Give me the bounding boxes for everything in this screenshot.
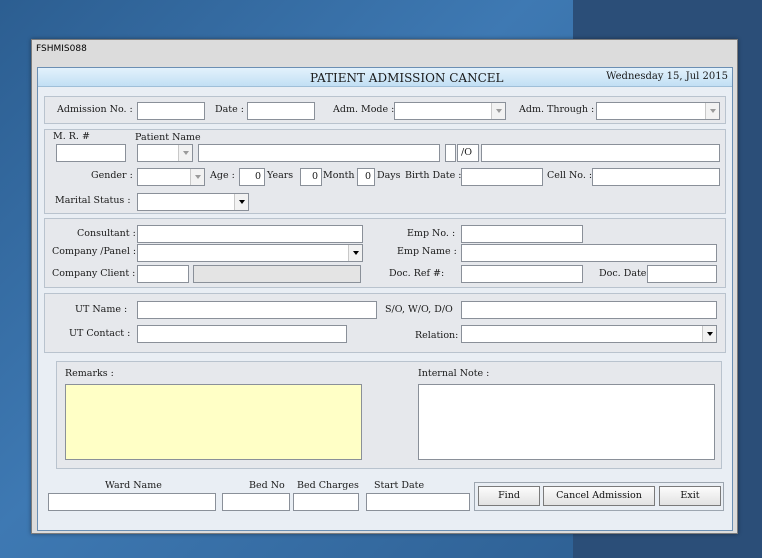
company-client-name-input xyxy=(193,265,361,283)
swd-label: S/O, W/O, D/O xyxy=(385,304,453,315)
ut-contact-input[interactable] xyxy=(137,325,347,343)
ward-name-input[interactable] xyxy=(48,493,216,511)
ward-name-label: Ward Name xyxy=(105,480,162,491)
adm-through-select[interactable] xyxy=(596,102,720,120)
patient-name-label: Patient Name xyxy=(135,132,201,143)
years-label: Years xyxy=(267,170,294,181)
doc-date-label: Doc. Date : xyxy=(599,268,653,279)
company-client-code-input[interactable] xyxy=(137,265,189,283)
date-label: Date : xyxy=(215,104,244,115)
ut-name-label: UT Name : xyxy=(75,304,128,315)
doc-date-input[interactable] xyxy=(647,265,717,283)
cancel-admission-button[interactable]: Cancel Admission xyxy=(543,486,655,506)
emp-name-label: Emp Name : xyxy=(397,246,457,257)
ut-name-input[interactable] xyxy=(137,301,377,319)
age-month-input[interactable]: 0 xyxy=(300,168,322,186)
emp-name-input[interactable] xyxy=(461,244,717,262)
chevron-down-icon[interactable] xyxy=(705,103,719,119)
consultant-label: Consultant : xyxy=(77,228,136,239)
remarks-textarea[interactable] xyxy=(65,384,362,460)
find-button[interactable]: Find xyxy=(478,486,540,506)
age-days-input[interactable]: 0 xyxy=(357,168,375,186)
admission-no-label: Admission No. : xyxy=(57,104,133,115)
marital-status-select[interactable] xyxy=(137,193,249,211)
age-month-value: 0 xyxy=(311,171,318,182)
relation-label: Relation: xyxy=(415,330,459,341)
relation-prefix-text: /O xyxy=(461,147,472,158)
app-window: FSHMIS088 PATIENT ADMISSION CANCEL Wedne… xyxy=(31,39,738,534)
adm-mode-label: Adm. Mode : xyxy=(333,104,395,115)
admission-section: Admission No. : Date : Adm. Mode : Adm. … xyxy=(44,96,726,124)
patient-section: M. R. # Patient Name /O Gender : Age : 0… xyxy=(44,129,726,214)
birth-date-input[interactable] xyxy=(461,168,543,186)
cell-no-input[interactable] xyxy=(592,168,720,186)
bed-no-input[interactable] xyxy=(222,493,290,511)
title-select[interactable] xyxy=(137,144,193,162)
internal-note-textarea[interactable] xyxy=(418,384,715,460)
page-title: PATIENT ADMISSION CANCEL xyxy=(310,71,504,85)
swd-input[interactable] xyxy=(461,301,717,319)
form-header: PATIENT ADMISSION CANCEL Wednesday 15, J… xyxy=(38,68,732,87)
bed-charges-label: Bed Charges xyxy=(297,480,359,491)
gender-select[interactable] xyxy=(137,168,205,186)
emp-no-input[interactable] xyxy=(461,225,583,243)
relation-checkbox[interactable] xyxy=(445,144,456,162)
remarks-label: Remarks : xyxy=(65,368,114,379)
window-title: FSHMIS088 xyxy=(36,44,87,54)
doc-ref-input[interactable] xyxy=(461,265,583,283)
relation-select[interactable] xyxy=(461,325,717,343)
patient-name-input[interactable] xyxy=(198,144,440,162)
age-years-input[interactable]: 0 xyxy=(239,168,265,186)
age-days-value: 0 xyxy=(364,171,371,182)
chevron-down-icon[interactable] xyxy=(491,103,505,119)
company-panel-label: Company /Panel : xyxy=(52,246,137,257)
cell-no-label: Cell No. : xyxy=(547,170,593,181)
company-panel-select[interactable] xyxy=(137,244,363,262)
admission-no-input[interactable] xyxy=(137,102,205,120)
age-label: Age : xyxy=(210,170,235,181)
emp-no-label: Emp No. : xyxy=(407,228,456,239)
notes-section: Remarks : Internal Note : xyxy=(56,361,722,469)
relation-prefix: /O xyxy=(457,144,479,162)
chevron-down-icon[interactable] xyxy=(190,169,204,185)
chevron-down-icon[interactable] xyxy=(702,326,716,342)
start-date-label: Start Date xyxy=(374,480,425,491)
consultant-input[interactable] xyxy=(137,225,363,243)
chevron-down-icon[interactable] xyxy=(348,245,362,261)
adm-through-label: Adm. Through : xyxy=(519,104,595,115)
ut-section: UT Name : S/O, W/O, D/O UT Contact : Rel… xyxy=(44,293,726,353)
start-date-input[interactable] xyxy=(366,493,470,511)
days-label: Days xyxy=(377,170,401,181)
company-client-label: Company Client : xyxy=(52,268,136,279)
mr-input[interactable] xyxy=(56,144,126,162)
date-input[interactable] xyxy=(247,102,315,120)
doc-ref-label: Doc. Ref #: xyxy=(389,268,445,279)
form-panel: PATIENT ADMISSION CANCEL Wednesday 15, J… xyxy=(37,67,733,531)
internal-note-label: Internal Note : xyxy=(418,368,490,379)
month-label: Month xyxy=(323,170,355,181)
mr-label: M. R. # xyxy=(53,131,90,142)
consultant-section: Consultant : Emp No. : Company /Panel : … xyxy=(44,218,726,288)
bed-no-label: Bed No xyxy=(249,480,285,491)
birth-date-label: Birth Date : xyxy=(405,170,462,181)
exit-button[interactable]: Exit xyxy=(659,486,721,506)
chevron-down-icon[interactable] xyxy=(178,145,192,161)
adm-mode-select[interactable] xyxy=(394,102,506,120)
gender-label: Gender : xyxy=(91,170,133,181)
marital-status-label: Marital Status : xyxy=(55,195,131,206)
bed-charges-input[interactable] xyxy=(293,493,359,511)
guardian-name-input[interactable] xyxy=(481,144,720,162)
age-years-value: 0 xyxy=(254,171,261,182)
current-date: Wednesday 15, Jul 2015 xyxy=(606,71,728,82)
ut-contact-label: UT Contact : xyxy=(69,328,131,339)
chevron-down-icon[interactable] xyxy=(234,194,248,210)
